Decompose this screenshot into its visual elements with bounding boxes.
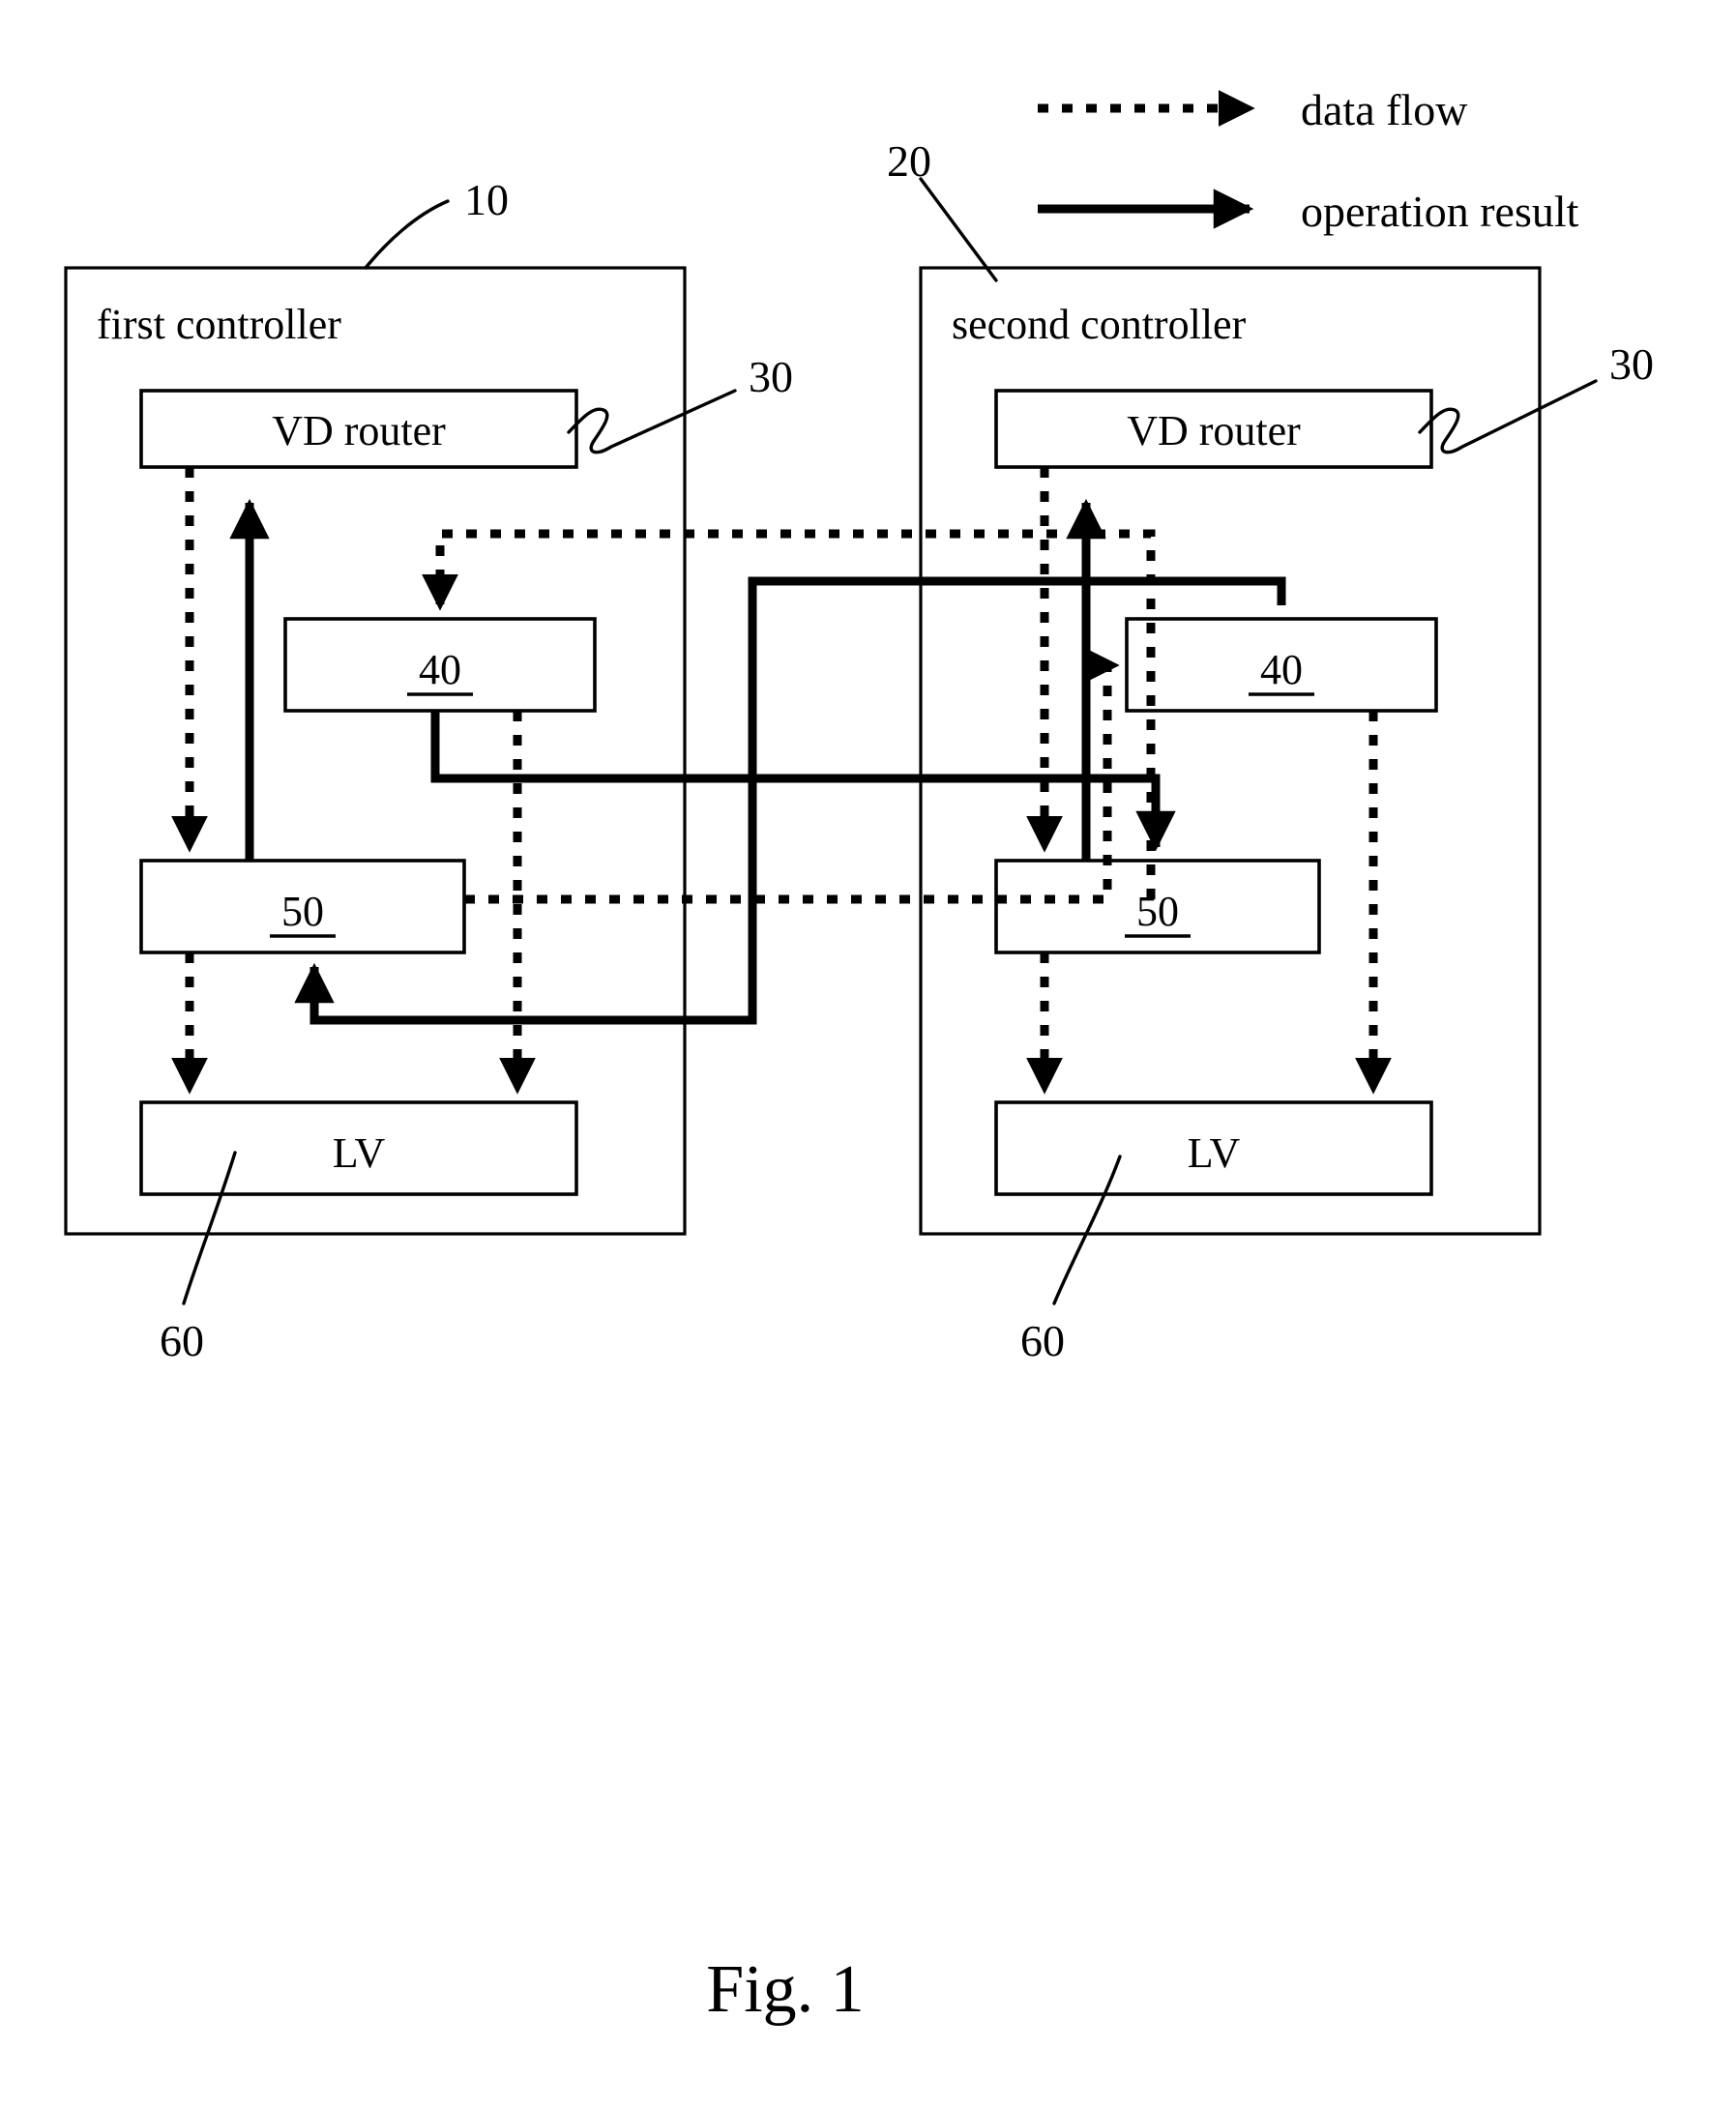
left-block-50-label: 50 <box>281 888 324 935</box>
legend: data flow operation result <box>1038 85 1579 236</box>
result-left40-to-right50 <box>430 711 1176 852</box>
ref-numeral-20: 20 <box>887 136 931 186</box>
patent-figure: data flow operation result first control… <box>0 0 1736 2108</box>
leader-20 <box>919 177 998 282</box>
right-vd-router-label: VD router <box>1127 407 1301 454</box>
ref-numeral-10: 10 <box>464 175 509 224</box>
ref-numeral-60-left: 60 <box>160 1316 204 1365</box>
second-controller-title: second controller <box>952 301 1247 348</box>
right-lv-label: LV <box>1188 1129 1241 1177</box>
legend-label-data-flow: data flow <box>1301 85 1468 134</box>
leader-60-left <box>182 1151 237 1305</box>
leader-60-right <box>1052 1155 1122 1305</box>
leader-30-left <box>567 389 737 454</box>
left-block-40-label: 40 <box>419 646 461 693</box>
right-block-50-label: 50 <box>1136 888 1179 935</box>
figure-caption: Fig. 1 <box>706 1952 864 2027</box>
legend-item-data-flow: data flow <box>1038 85 1468 134</box>
right-block-40-label: 40 <box>1260 646 1303 693</box>
left-lv-label: LV <box>333 1129 386 1177</box>
ref-numeral-30-left: 30 <box>749 352 793 401</box>
leader-10 <box>364 199 450 270</box>
left-vd-router-label: VD router <box>272 407 446 454</box>
first-controller-title: first controller <box>97 301 341 348</box>
diagram-canvas: data flow operation result first control… <box>64 85 1654 2027</box>
leader-30-right <box>1418 379 1598 454</box>
ref-numeral-30-right: 30 <box>1609 339 1654 389</box>
legend-label-operation-result: operation result <box>1301 187 1579 236</box>
legend-item-operation-result: operation result <box>1038 187 1579 236</box>
ref-numeral-60-right: 60 <box>1020 1316 1065 1365</box>
